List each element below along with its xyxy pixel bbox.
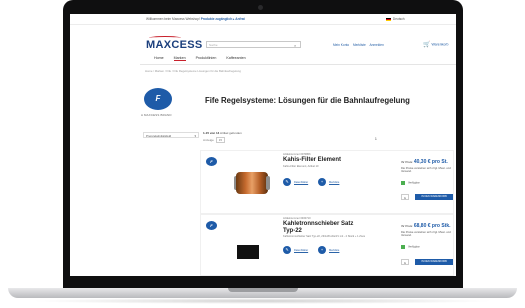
stock-status: Verfügbar [401,181,420,185]
welcome-text: Willkommen beim Maxcess Webshop! Produkt… [146,17,245,21]
page-title: Fife Regelsysteme: Lösungen für die Bahn… [205,96,410,105]
article-number: Artikelnummer 0070806 [283,153,311,156]
price-prefix: Ihr Preis: [401,224,414,228]
browser-screen: Willkommen beim Maxcess Webshop! Produkt… [70,14,456,276]
brand-subtitle: A MAXCESS BRAND [141,113,172,117]
stock-label: Verfügbar [408,181,420,185]
product-card: F Artikelnummer 0070806 Kahis-Filter Ele… [200,150,454,214]
fife-logo-icon: F [206,221,217,230]
language-selector[interactable]: Deutsch [386,17,405,21]
german-flag-icon [386,17,391,21]
price: Ihr Preis: 40,30 € pro St. [401,159,448,165]
nav-item-produktlinien[interactable]: Produktlinien [196,56,217,60]
datasheet-link[interactable]: Datenblätter [294,181,308,184]
pagination[interactable]: 1 [375,137,377,141]
wishlist-icon[interactable]: + [318,178,326,186]
price-note: Die Preise verstehen sich zzgl. Mwst. un… [401,167,451,174]
cart-button[interactable]: 🛒 Warenkorb [423,41,448,48]
chevron-down-icon: ▾ [194,133,196,138]
login-link[interactable]: Anmelden [370,43,384,47]
cart-label: Warenkorb [431,42,449,47]
price: Ihr Preis: 68,80 € pro Stk. [401,223,451,229]
datasheet-link[interactable]: Datenblätter [294,249,308,252]
welcome-link[interactable]: Produkte zugänglich ▸ Anfrat [201,17,245,21]
wishlist-link[interactable]: Merkliste [329,249,339,252]
wishlist-link[interactable]: Merkliste [329,181,339,184]
price-note: Die Preise verstehen sich zzgl. Mwst. un… [401,231,451,238]
header-links: Mein Konto Merkliste Anmelden [333,43,387,47]
nav-item-kaffeeanten[interactable]: Kaffeeanten [226,56,245,60]
in-stock-icon [401,181,405,185]
stock-status: Verfügbar [401,245,420,249]
breadcrumb: Home / Marken / Fife / Fife Regelsysteme… [140,69,241,73]
laptop-notch [228,288,298,292]
list-toolbar: Anzeige 15 [203,137,226,143]
results-count: 1-15 von 14 [203,131,220,135]
product-description: Kahletronnschieber Satz Typ-22, 23/12/Ku… [283,235,366,238]
quantity-field[interactable]: 1 [401,259,409,265]
account-link[interactable]: Mein Konto [333,43,349,47]
datasheet-icon[interactable]: ✎ [283,178,291,186]
logo-text: MAXCESS [146,39,203,51]
nav-item-home[interactable]: Home [154,56,164,60]
price-value: 40,30 € pro St. [413,159,448,165]
nav-item-marken[interactable]: Marken [173,56,186,61]
add-to-cart-button[interactable]: IN DEN WARENKORB HINZUFÜGEN [415,194,453,204]
sidebar-filter-label: Preisrelativitätsfeld [146,133,172,138]
top-bar: Willkommen beim Maxcess Webshop! Produkt… [70,14,456,25]
product-image[interactable] [230,166,274,204]
results-summary: 1-15 von 14 Artikel gefunden [203,131,242,135]
main-nav: Home Marken Produktlinien Kaffeeanten [140,56,456,65]
price-prefix: Ihr Preis: [401,160,414,164]
laptop-frame: Willkommen beim Maxcess Webshop! Produkt… [0,0,525,308]
stock-label: Verfügbar [408,245,420,249]
product-description: Kahis-Filter Element, Artikel 10 [283,165,319,168]
results-text: Artikel gefunden [220,131,242,135]
wishlist-link[interactable]: Merkliste [353,43,366,47]
welcome-message: Willkommen beim Maxcess Webshop! [146,17,200,21]
fife-brand-logo: F [144,88,172,110]
fife-logo-icon: F [206,157,217,166]
add-to-cart-button[interactable]: IN DEN WARENKORB HINZUFÜGEN [415,259,453,269]
product-name[interactable]: Kahis-Filter Element [283,157,365,164]
camera-icon [258,5,263,10]
wishlist-icon[interactable]: + [318,246,326,254]
logo-swoosh-icon [149,36,181,40]
language-label: Deutsch [392,17,405,21]
sort-label: Anzeige [203,138,214,142]
product-card: F Artikelnummer 0460710 Kahletronnschieb… [200,214,454,276]
product-name[interactable]: Kahletronnschieber Satz Typ-22 [283,221,365,234]
laptop-shadow [30,298,495,304]
price-value: 68,80 € pro Stk. [413,223,451,229]
article-number: Artikelnummer 0460710 [283,217,311,220]
filter-endcap [266,176,270,190]
in-stock-icon [401,245,405,249]
filter-element-image [236,172,268,194]
cart-icon: 🛒 [423,42,431,48]
breadcrumb-text[interactable]: Home / Marken / Fife / Fife Regelsysteme… [145,69,241,73]
search-icon[interactable]: ⌕ [294,43,296,48]
search-input[interactable]: Suche [206,41,301,48]
datasheet-icon[interactable]: ✎ [283,246,291,254]
quantity-field[interactable]: 1 [401,194,409,200]
product-image[interactable] [237,245,259,259]
per-page-select[interactable]: 15 [215,137,226,143]
sidebar-filter[interactable]: Preisrelativitätsfeld ▾ [143,132,199,138]
maxcess-logo[interactable]: MAXCESS [146,36,203,51]
